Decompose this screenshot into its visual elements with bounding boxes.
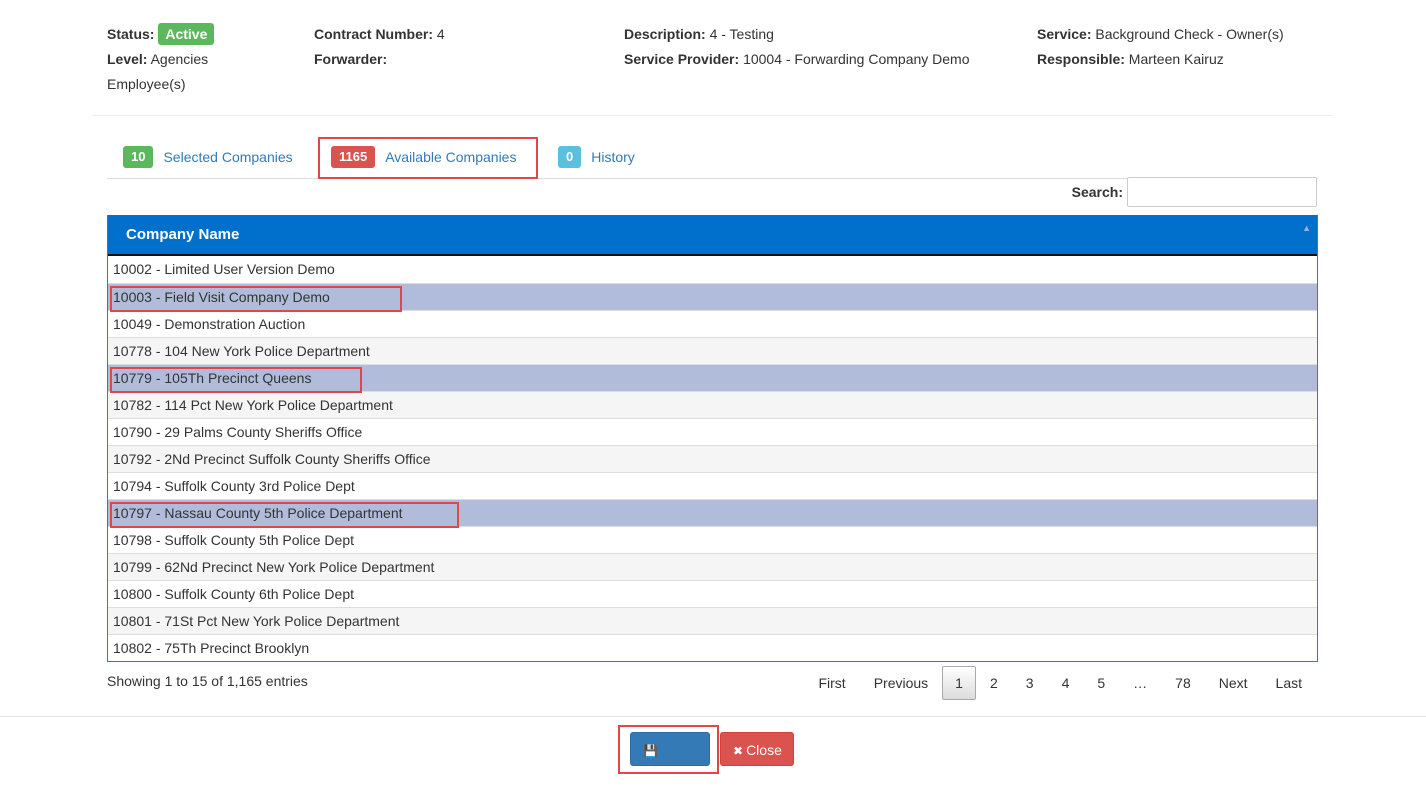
tab-count-badge: 10 — [123, 146, 154, 168]
page-link-5[interactable]: 5 — [1083, 666, 1119, 700]
page-link-ellipsis: … — [1133, 675, 1148, 691]
column-header-company-name[interactable]: Company Name ▲ — [108, 215, 1317, 256]
table-body: 10002 - Limited User Version Demo 10003 -… — [108, 256, 1317, 661]
select-button[interactable]: 💾 Select — [630, 732, 710, 793]
page-link-3[interactable]: 3 — [1012, 666, 1048, 700]
tab-count-badge: 0 — [558, 146, 582, 168]
page-link-last[interactable]: Last — [1262, 666, 1316, 700]
tab-bar: 10 Selected Companies 1165 Available Com… — [107, 138, 1318, 179]
page-link-4[interactable]: 4 — [1048, 666, 1084, 700]
column-header-label: Company Name — [126, 226, 240, 243]
close-icon: ✖ — [733, 744, 744, 758]
table-row[interactable]: 10794 - Suffolk County 3rd Police Dept — [108, 472, 1317, 499]
responsible-value: Marteen Kairuz — [1128, 51, 1224, 67]
table-row[interactable]: 10782 - 114 Pct New York Police Departme… — [108, 391, 1317, 418]
table-row[interactable]: 10799 - 62Nd Precinct New York Police De… — [108, 553, 1317, 580]
page-link-1[interactable]: 1 — [942, 666, 976, 700]
tab-label: Selected Companies — [163, 149, 293, 165]
table-row[interactable]: 10798 - Suffolk County 5th Police Dept — [108, 526, 1317, 553]
service-label: Service: — [1037, 26, 1092, 42]
table-info: Showing 1 to 15 of 1,165 entries — [107, 673, 308, 689]
table-row[interactable]: 10002 - Limited User Version Demo — [108, 256, 1317, 283]
page-link-2[interactable]: 2 — [976, 666, 1012, 700]
provider-label: Service Provider: — [624, 51, 740, 67]
tab-label: History — [591, 149, 635, 165]
page-link-78[interactable]: 78 — [1161, 666, 1205, 700]
search-box: Search: — [1072, 177, 1317, 207]
footer-divider — [0, 716, 1426, 717]
info-col-status: Status: Active Level: Agencies Employee(… — [107, 22, 297, 97]
tab-label: Available Companies — [385, 149, 517, 165]
table-row[interactable]: 10801 - 71St Pct New York Police Departm… — [108, 607, 1317, 634]
tab-history[interactable]: 0 History — [558, 138, 635, 176]
close-button[interactable]: ✖ Close — [720, 732, 794, 766]
save-icon: 💾 — [643, 744, 658, 758]
contract-value: 4 — [436, 26, 445, 42]
service-value: Background Check - Owner(s) — [1095, 26, 1284, 42]
table-row[interactable]: 10779 - 105Th Precinct Queens — [108, 364, 1317, 391]
tab-count-badge: 1165 — [331, 146, 376, 168]
table-row[interactable]: 10802 - 75Th Precinct Brooklyn — [108, 634, 1317, 661]
level-value-cont: Employee(s) — [107, 76, 186, 92]
forwarder-label: Forwarder: — [314, 51, 388, 67]
provider-value: 10004 - Forwarding Company Demo — [743, 51, 970, 67]
table-row[interactable]: 10049 - Demonstration Auction — [108, 310, 1317, 337]
table-row[interactable]: 10800 - Suffolk County 6th Police Dept — [108, 580, 1317, 607]
sort-icon: ▲ — [1302, 223, 1311, 233]
tab-selected-companies[interactable]: 10 Selected Companies — [123, 138, 293, 176]
companies-table: Company Name ▲ 10002 - Limited User Vers… — [107, 215, 1318, 662]
page-link-next[interactable]: Next — [1205, 666, 1262, 700]
info-col-description: Description: 4 - Testing Service Provide… — [624, 22, 970, 72]
info-col-service: Service: Background Check - Owner(s) Res… — [1037, 22, 1284, 72]
level-label: Level: — [107, 51, 148, 67]
pagination: First Previous 1 2 3 4 5 … 78 Next Last — [804, 665, 1316, 701]
level-value: Agencies — [150, 51, 209, 67]
table-row[interactable]: 10790 - 29 Palms County Sheriffs Office — [108, 418, 1317, 445]
tab-available-companies[interactable]: 1165 Available Companies — [331, 138, 516, 176]
table-row[interactable]: 10792 - 2Nd Precinct Suffolk County Sher… — [108, 445, 1317, 472]
select-button-label: Select — [643, 777, 682, 793]
table-row[interactable]: 10797 - Nassau County 5th Police Departm… — [108, 499, 1317, 526]
description-label: Description: — [624, 26, 706, 42]
search-label: Search: — [1071, 184, 1123, 200]
contract-info: Status: Active Level: Agencies Employee(… — [107, 22, 1426, 102]
description-value: 4 - Testing — [709, 26, 774, 42]
table-row[interactable]: 10778 - 104 New York Police Department — [108, 337, 1317, 364]
divider — [92, 115, 1333, 116]
responsible-label: Responsible: — [1037, 51, 1125, 67]
status-badge: Active — [158, 23, 215, 45]
info-col-contract: Contract Number: 4 Forwarder: — [314, 22, 445, 72]
contract-label: Contract Number: — [314, 26, 434, 42]
close-button-label: Close — [746, 742, 782, 758]
page-link-first[interactable]: First — [804, 666, 859, 700]
page-link-previous[interactable]: Previous — [860, 666, 942, 700]
search-input[interactable] — [1127, 177, 1317, 207]
table-row[interactable]: 10003 - Field Visit Company Demo — [108, 283, 1317, 310]
status-label: Status: — [107, 26, 155, 42]
